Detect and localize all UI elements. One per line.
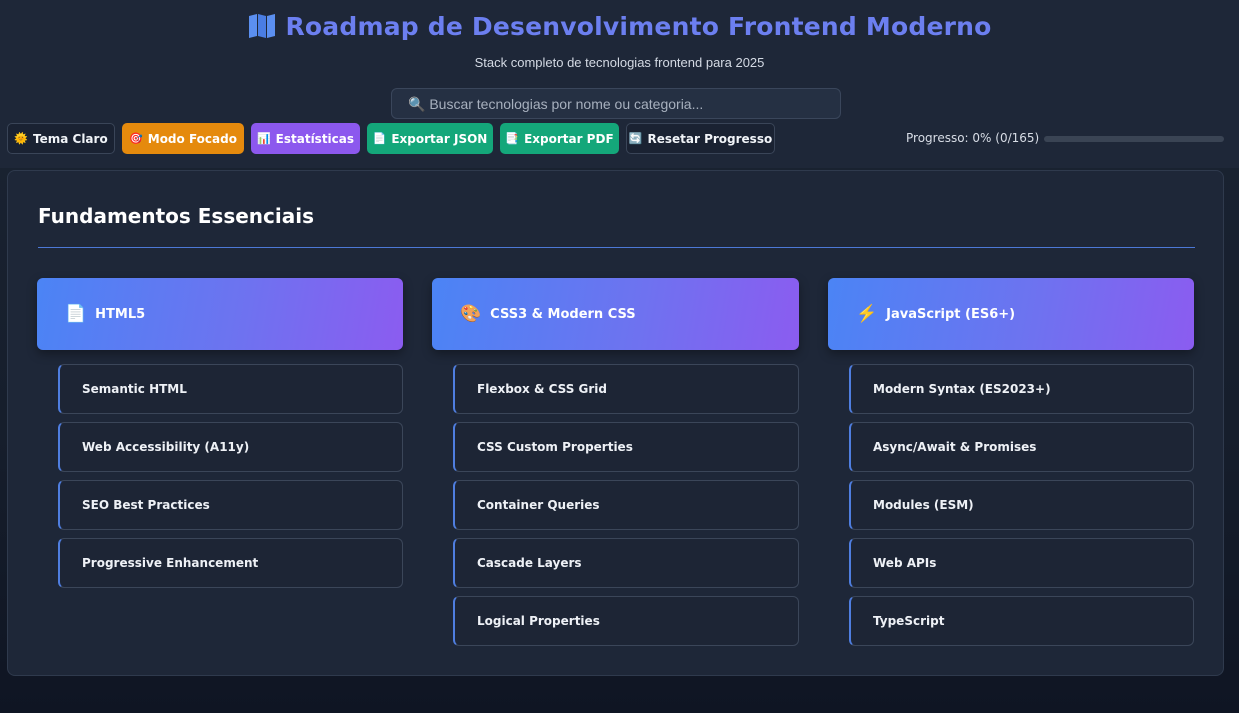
topic-item[interactable]: Modern Syntax (ES2023+) <box>849 364 1194 414</box>
section-panel: Fundamentos Essenciais 📄 HTML5 Semantic … <box>7 170 1224 676</box>
theme-toggle-button[interactable]: 🌞 Tema Claro <box>7 123 115 154</box>
book-map-icon <box>247 13 277 45</box>
refresh-icon: 🔄 <box>628 132 643 145</box>
topic-item[interactable]: Web Accessibility (A11y) <box>58 422 403 472</box>
reset-progress-button[interactable]: 🔄 Resetar Progresso <box>626 123 775 154</box>
category-column: ⚡ JavaScript (ES6+) Modern Syntax (ES202… <box>828 278 1194 654</box>
bar-chart-icon: 📊 <box>256 132 271 145</box>
section-divider <box>38 247 1195 248</box>
export-json-button[interactable]: 📄 Exportar JSON <box>367 123 493 154</box>
search-box[interactable] <box>391 88 841 119</box>
category-column: 📄 HTML5 Semantic HTML Web Accessibility … <box>37 278 403 596</box>
topic-list: Semantic HTML Web Accessibility (A11y) S… <box>58 364 403 588</box>
category-header-javascript[interactable]: ⚡ JavaScript (ES6+) <box>828 278 1194 350</box>
document-icon: 📄 <box>372 132 387 145</box>
topic-item[interactable]: Web APIs <box>849 538 1194 588</box>
topic-item[interactable]: Logical Properties <box>453 596 799 646</box>
palette-icon: 🎨 <box>460 304 482 323</box>
page-title-text: Roadmap de Desenvolvimento Frontend Mode… <box>285 12 992 41</box>
progress-label: Progresso: 0% (0/165) <box>906 131 1040 145</box>
topic-item[interactable]: Cascade Layers <box>453 538 799 588</box>
lightning-icon: ⚡ <box>856 304 878 323</box>
topic-item[interactable]: Async/Await & Promises <box>849 422 1194 472</box>
topic-item[interactable]: Semantic HTML <box>58 364 403 414</box>
topic-item[interactable]: Progressive Enhancement <box>58 538 403 588</box>
topic-item[interactable]: Modules (ESM) <box>849 480 1194 530</box>
page-title: Roadmap de Desenvolvimento Frontend Mode… <box>0 12 1239 45</box>
topic-list: Modern Syntax (ES2023+) Async/Await & Pr… <box>849 364 1194 646</box>
category-column: 🎨 CSS3 & Modern CSS Flexbox & CSS Grid C… <box>432 278 799 654</box>
topic-item[interactable]: SEO Best Practices <box>58 480 403 530</box>
export-pdf-button[interactable]: 📑 Exportar PDF <box>500 123 619 154</box>
topic-item[interactable]: TypeScript <box>849 596 1194 646</box>
export-json-label: Exportar JSON <box>391 131 488 146</box>
statistics-button[interactable]: 📊 Estatísticas <box>251 123 360 154</box>
section-title: Fundamentos Essenciais <box>38 204 315 228</box>
category-title: CSS3 & Modern CSS <box>490 306 636 322</box>
document-icon: 📄 <box>65 304 87 323</box>
category-title: HTML5 <box>95 306 146 322</box>
focus-mode-button[interactable]: 🎯 Modo Focado <box>122 123 244 154</box>
progress-bar <box>1044 136 1224 142</box>
statistics-label: Estatísticas <box>275 131 355 146</box>
topic-list: Flexbox & CSS Grid CSS Custom Properties… <box>453 364 799 646</box>
progress-indicator: Progresso: 0% (0/165) <box>906 131 1226 147</box>
reset-progress-label: Resetar Progresso <box>647 131 773 146</box>
theme-toggle-label: Tema Claro <box>33 131 108 146</box>
page-subtitle: Stack completo de tecnologias frontend p… <box>474 55 765 70</box>
topic-item[interactable]: Container Queries <box>453 480 799 530</box>
focus-mode-label: Modo Focado <box>147 131 237 146</box>
sun-icon: 🌞 <box>14 132 28 145</box>
category-header-html5[interactable]: 📄 HTML5 <box>37 278 403 350</box>
topic-item[interactable]: Flexbox & CSS Grid <box>453 364 799 414</box>
header: Roadmap de Desenvolvimento Frontend Mode… <box>0 0 1239 168</box>
category-header-css3[interactable]: 🎨 CSS3 & Modern CSS <box>432 278 799 350</box>
export-pdf-label: Exportar PDF <box>524 131 614 146</box>
search-input[interactable] <box>408 95 808 112</box>
topic-item[interactable]: CSS Custom Properties <box>453 422 799 472</box>
category-title: JavaScript (ES6+) <box>886 306 1016 322</box>
pdf-document-icon: 📑 <box>505 132 520 145</box>
target-icon: 🎯 <box>129 132 143 145</box>
